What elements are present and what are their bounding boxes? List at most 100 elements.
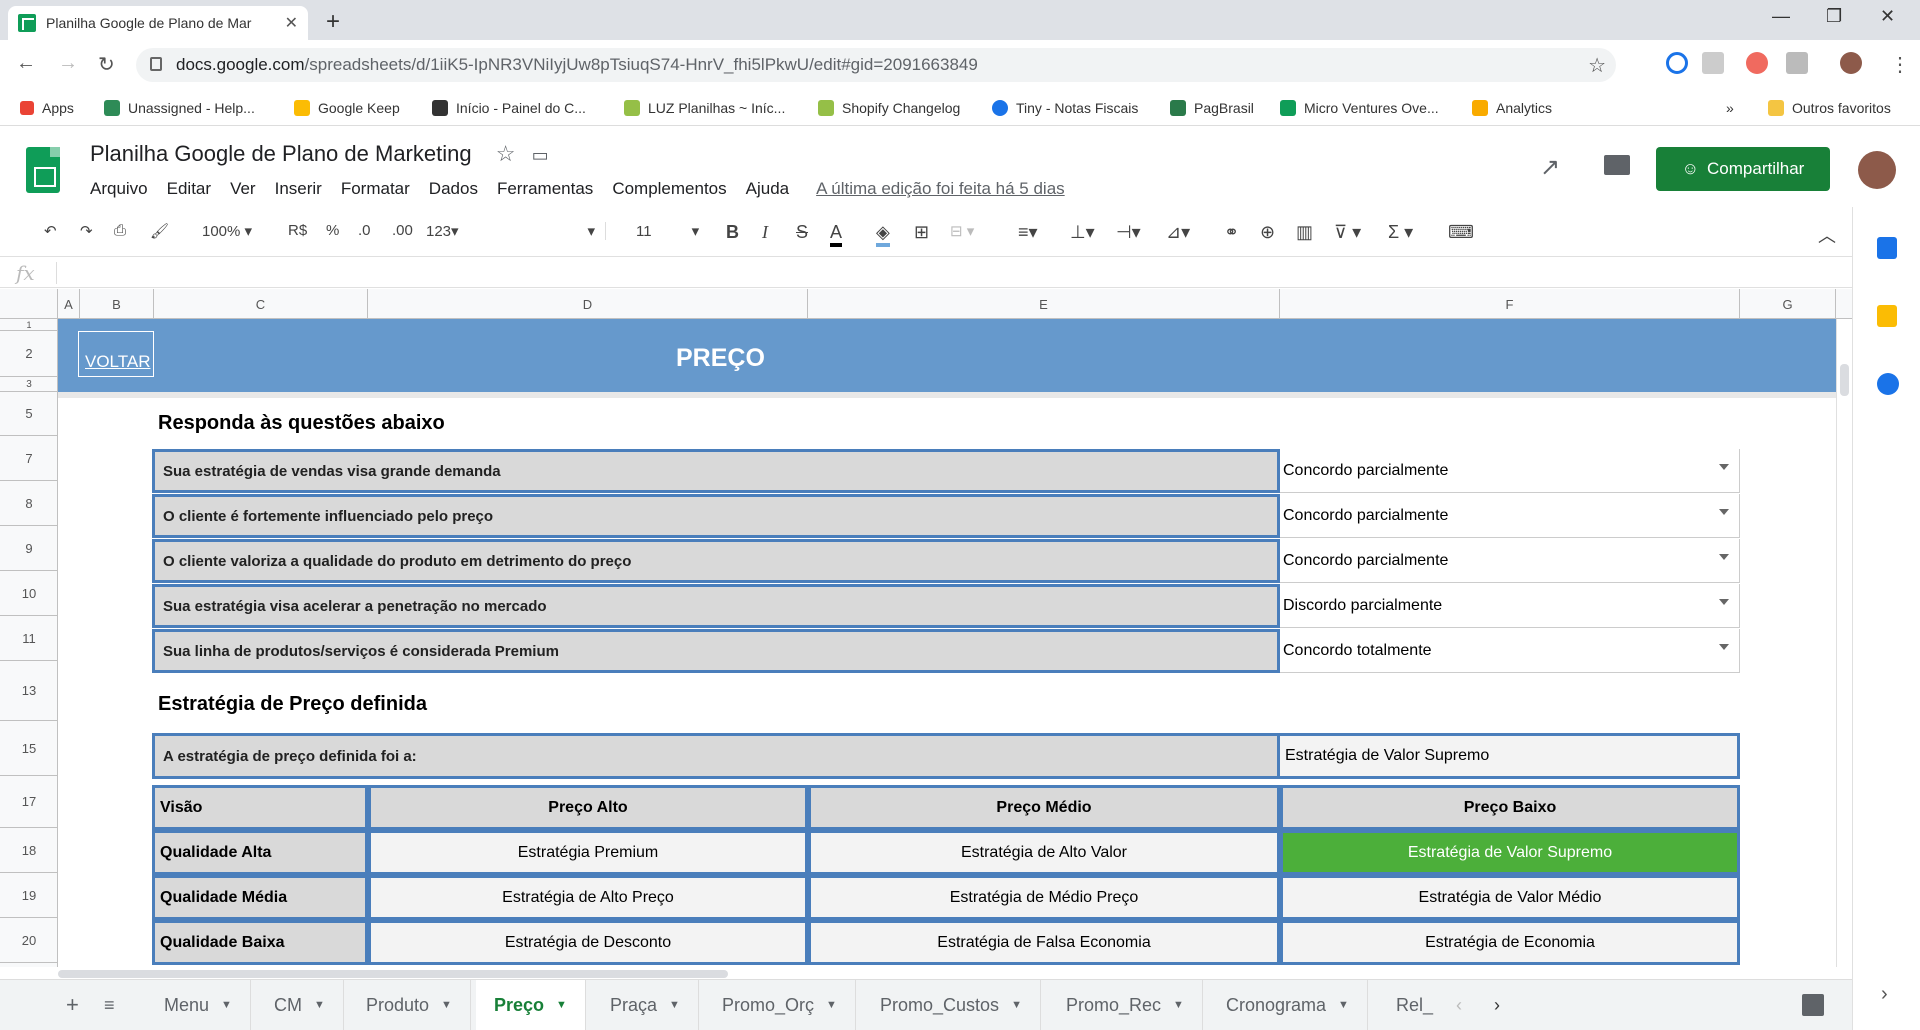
minimize-icon[interactable]: — (1772, 6, 1790, 27)
sheet-tab-produto[interactable]: Produto ▼ (348, 980, 471, 1030)
row-header[interactable]: 2 (0, 331, 58, 377)
spreadsheet-grid[interactable]: A B C D E F G 1 2 3 5 7 8 9 10 11 13 15 … (0, 289, 1852, 967)
bookmark-microventures[interactable]: Micro Ventures Ove... (1280, 100, 1439, 116)
sheet-tab-cronograma[interactable]: Cronograma ▼ (1208, 980, 1368, 1030)
collapse-menus-icon[interactable]: ︿ (1818, 222, 1836, 248)
keep-icon[interactable] (1877, 305, 1897, 327)
close-tab-icon[interactable]: ✕ (285, 13, 298, 33)
row-header[interactable]: 15 (0, 721, 58, 776)
vertical-scrollbar[interactable] (1836, 319, 1852, 967)
column-header[interactable]: F (1280, 289, 1740, 319)
matrix-col-header[interactable]: Preço Baixo (1280, 785, 1740, 830)
menu-editar[interactable]: Editar (167, 179, 211, 199)
matrix-row-header[interactable]: Qualidade Média (152, 875, 368, 920)
back-icon[interactable]: ← (16, 52, 36, 75)
input-tools-icon[interactable]: ⌨ (1448, 222, 1474, 243)
row-header[interactable]: 7 (0, 436, 58, 481)
print-icon[interactable]: ⎙ (114, 222, 126, 239)
font-size-select[interactable]: 11 ▾ (636, 222, 699, 240)
currency-format-button[interactable]: R$ (288, 222, 307, 239)
activity-trend-icon[interactable]: ↗ (1540, 153, 1560, 182)
defined-strategy-label[interactable]: A estratégia de preço definida foi a: (152, 733, 1280, 779)
browser-tab[interactable]: Planilha Google de Plano de Mar ✕ (8, 6, 308, 40)
menu-ver[interactable]: Ver (230, 179, 256, 199)
matrix-cell[interactable]: Estratégia de Valor Médio (1280, 875, 1740, 920)
dropdown-arrow-icon[interactable] (1719, 464, 1729, 470)
row-header[interactable]: 20 (0, 918, 58, 963)
answer-dropdown[interactable]: Discordo parcialmente (1280, 584, 1740, 628)
extension-k-icon[interactable] (1746, 52, 1768, 74)
sheet-tab-preco[interactable]: Preço ▼ (476, 980, 586, 1030)
row-header[interactable]: 17 (0, 776, 58, 828)
sheet-tab-cm[interactable]: CM ▼ (256, 980, 344, 1030)
scroll-tabs-left-icon[interactable]: ‹ (1438, 980, 1480, 1030)
extension-notes-icon[interactable] (1702, 52, 1724, 74)
column-header[interactable]: D (368, 289, 808, 319)
sheet-tab-promo-custos[interactable]: Promo_Custos ▼ (862, 980, 1041, 1030)
row-header[interactable]: 5 (0, 392, 58, 436)
text-color-icon[interactable]: A (830, 222, 843, 247)
expand-panel-icon[interactable]: › (1881, 983, 1888, 1006)
maximize-icon[interactable]: ❐ (1826, 6, 1842, 27)
forward-icon[interactable]: → (58, 52, 78, 75)
row-header[interactable]: 13 (0, 661, 58, 721)
question-cell[interactable]: Sua estratégia visa acelerar a penetraçã… (152, 584, 1280, 628)
matrix-cell-highlighted[interactable]: Estratégia de Valor Supremo (1280, 830, 1740, 875)
text-rotation-icon[interactable]: ⊿▾ (1166, 222, 1190, 243)
extension-copy-icon[interactable] (1786, 52, 1808, 74)
text-wrap-icon[interactable]: ⊣▾ (1116, 222, 1141, 243)
fill-color-icon[interactable]: ◈ (876, 222, 890, 247)
extension-1password-icon[interactable] (1666, 52, 1688, 74)
answer-dropdown[interactable]: Concordo parcialmente (1280, 449, 1740, 493)
formula-bar[interactable]: fx (0, 258, 1860, 288)
bookmark-luz[interactable]: LUZ Planilhas ~ Iníc... (624, 100, 785, 116)
bookmark-star-icon[interactable]: ☆ (1588, 53, 1606, 78)
insert-comment-icon[interactable]: ⊕ (1260, 222, 1275, 243)
row-header[interactable]: 19 (0, 873, 58, 918)
comments-icon[interactable] (1604, 155, 1630, 175)
bookmark-pagbrasil[interactable]: PagBrasil (1170, 100, 1254, 116)
percent-format-button[interactable]: % (326, 222, 339, 239)
sheet-tab-promo-orc[interactable]: Promo_Orç ▼ (704, 980, 856, 1030)
menu-inserir[interactable]: Inserir (275, 179, 322, 199)
horizontal-align-icon[interactable]: ≡▾ (1018, 222, 1038, 243)
undo-icon[interactable]: ↶ (44, 222, 57, 240)
bookmarks-overflow-icon[interactable]: » (1726, 100, 1734, 116)
answer-dropdown[interactable]: Concordo totalmente (1280, 629, 1740, 673)
column-header[interactable]: G (1740, 289, 1836, 319)
dropdown-arrow-icon[interactable] (1719, 509, 1729, 515)
column-header[interactable]: C (154, 289, 368, 319)
increase-decimal-button[interactable]: .00 (392, 222, 413, 239)
vertical-scroll-thumb[interactable] (1840, 364, 1849, 396)
close-window-icon[interactable]: ✕ (1880, 6, 1895, 27)
decrease-decimal-button[interactable]: .0 (358, 222, 371, 239)
strikethrough-icon[interactable]: S (796, 222, 808, 243)
star-icon[interactable]: ☆ (496, 141, 516, 166)
dropdown-arrow-icon[interactable] (1719, 554, 1729, 560)
column-header[interactable]: A (58, 289, 80, 319)
column-header[interactable]: E (808, 289, 1280, 319)
font-family-select[interactable]: ▾ (476, 222, 606, 240)
more-formats-select[interactable]: 123▾ (426, 222, 459, 240)
document-title[interactable]: Planilha Google de Plano de Marketing ☆ … (90, 141, 549, 167)
vertical-align-icon[interactable]: ⊥▾ (1070, 222, 1095, 243)
horizontal-scrollbar[interactable] (0, 967, 1852, 979)
filter-icon[interactable]: ⊽ ▾ (1334, 222, 1361, 243)
bookmark-unassigned[interactable]: Unassigned - Help... (104, 100, 255, 116)
account-avatar[interactable] (1858, 151, 1896, 189)
zoom-select[interactable]: 100% ▾ (202, 222, 252, 240)
url-input[interactable]: docs.google.com/spreadsheets/d/1iiK5-IpN… (136, 48, 1616, 82)
menu-dados[interactable]: Dados (429, 179, 478, 199)
menu-arquivo[interactable]: Arquivo (90, 179, 148, 199)
matrix-row-header[interactable]: Qualidade Alta (152, 830, 368, 875)
scroll-tabs-right-icon[interactable]: › (1476, 980, 1518, 1030)
row-header[interactable]: 8 (0, 481, 58, 526)
row-header[interactable]: 1 (0, 319, 58, 331)
tasks-icon[interactable] (1877, 373, 1899, 395)
functions-icon[interactable]: Σ ▾ (1388, 222, 1413, 243)
bookmark-keep[interactable]: Google Keep (294, 100, 400, 116)
redo-icon[interactable]: ↷ (80, 222, 93, 240)
question-cell[interactable]: Sua estratégia de vendas visa grande dem… (152, 449, 1280, 493)
select-all-corner[interactable] (0, 289, 58, 319)
matrix-cell[interactable]: Estratégia de Falsa Economia (808, 920, 1280, 965)
